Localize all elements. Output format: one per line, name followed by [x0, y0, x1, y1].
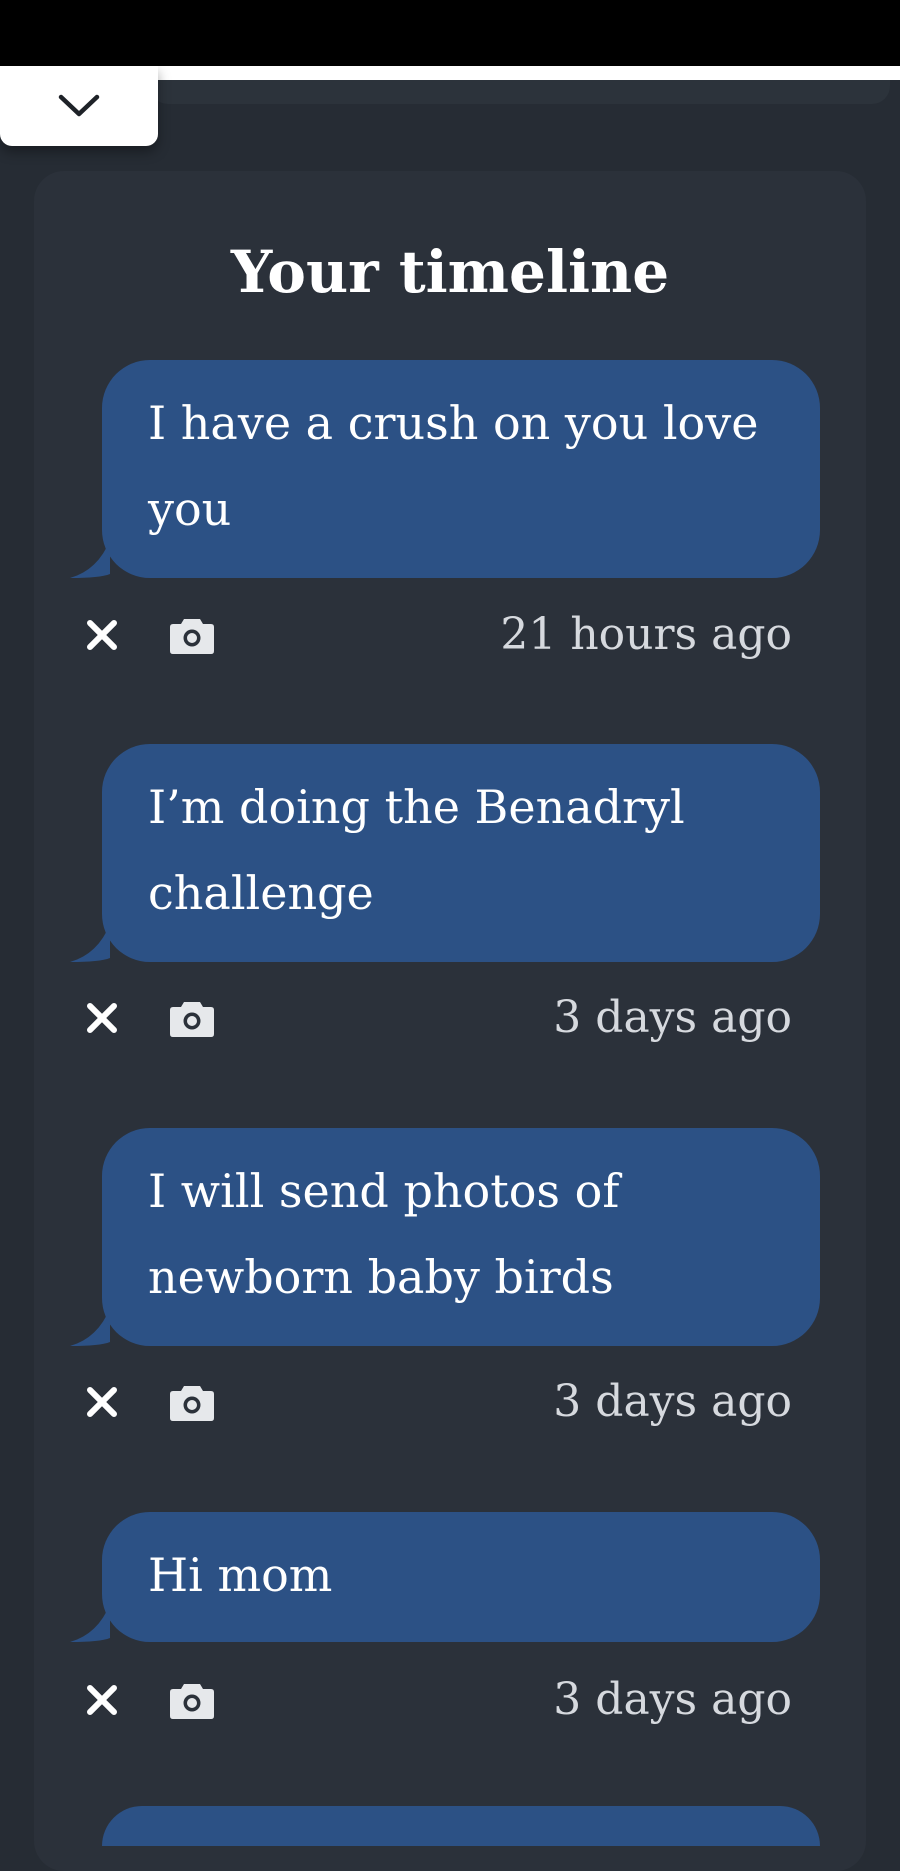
timestamp: 21 hours ago	[500, 609, 792, 660]
close-icon	[87, 1003, 117, 1033]
message-bubble[interactable]: I have a crush on you love you	[102, 360, 820, 578]
page-title: Your timeline	[230, 238, 670, 306]
entry-actions: 3 days ago	[0, 988, 900, 1048]
entry-actions: 3 days ago	[0, 1372, 900, 1432]
close-icon	[87, 620, 117, 650]
photo-button[interactable]	[164, 605, 220, 665]
message-text: I’m doing the Benadryl challenge	[148, 780, 685, 920]
entry-actions: 21 hours ago	[0, 605, 900, 665]
close-icon	[87, 1387, 117, 1417]
message-bubble[interactable]: I’m doing the Benadryl challenge	[102, 744, 820, 962]
collapse-button[interactable]	[0, 66, 158, 146]
message-bubble-partial[interactable]	[102, 1806, 820, 1846]
message-text: I will send photos of newborn baby birds	[148, 1164, 620, 1304]
top-bar-rail	[150, 80, 890, 104]
delete-button[interactable]	[80, 605, 124, 665]
camera-icon	[170, 619, 214, 654]
chevron-down-icon	[58, 94, 100, 117]
entry-actions: 3 days ago	[0, 1670, 900, 1730]
timestamp: 3 days ago	[553, 1674, 792, 1725]
message-bubble[interactable]: I will send photos of newborn baby birds	[102, 1128, 820, 1346]
camera-icon	[170, 1684, 214, 1719]
message-text: I have a crush on you love you	[148, 396, 759, 536]
photo-button[interactable]	[164, 988, 220, 1048]
delete-button[interactable]	[80, 988, 124, 1048]
message-bubble[interactable]: Hi mom	[102, 1512, 820, 1642]
photo-button[interactable]	[164, 1372, 220, 1432]
delete-button[interactable]	[80, 1372, 124, 1432]
photo-button[interactable]	[164, 1670, 220, 1730]
close-icon	[87, 1685, 117, 1715]
timestamp: 3 days ago	[553, 1376, 792, 1427]
timestamp: 3 days ago	[553, 992, 792, 1043]
camera-icon	[170, 1002, 214, 1037]
status-bar	[0, 0, 900, 66]
camera-icon	[170, 1386, 214, 1421]
delete-button[interactable]	[80, 1670, 124, 1730]
message-text: Hi mom	[148, 1548, 333, 1602]
